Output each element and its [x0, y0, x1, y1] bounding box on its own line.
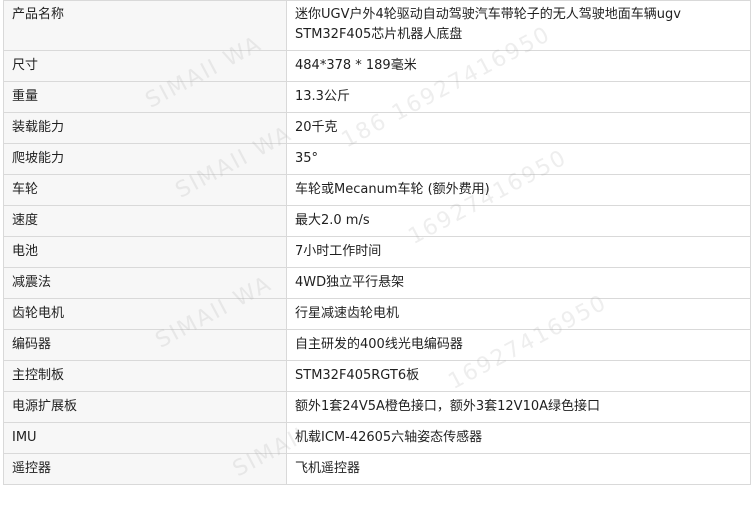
spec-value: 4WD独立平行悬架 [286, 267, 751, 299]
spec-value: STM32F405RGT6板 [286, 360, 751, 392]
table-row: 编码器 自主研发的400线光电编码器 [3, 329, 751, 361]
spec-label: 爬坡能力 [3, 143, 287, 175]
table-row: 电池 7小时工作时间 [3, 236, 751, 268]
spec-value: 飞机遥控器 [286, 453, 751, 485]
spec-label: 编码器 [3, 329, 287, 361]
table-row: 爬坡能力 35° [3, 143, 751, 175]
spec-value: 迷你UGV户外4轮驱动自动驾驶汽车带轮子的无人驾驶地面车辆ugv STM32F4… [286, 0, 751, 51]
table-row: 主控制板 STM32F405RGT6板 [3, 360, 751, 392]
product-spec-table: 产品名称 迷你UGV户外4轮驱动自动驾驶汽车带轮子的无人驾驶地面车辆ugv ST… [3, 0, 751, 485]
spec-label: 速度 [3, 205, 287, 237]
table-row: 减震法 4WD独立平行悬架 [3, 267, 751, 299]
spec-value: 额外1套24V5A橙色接口，额外3套12V10A绿色接口 [286, 391, 751, 423]
table-row: 重量 13.3公斤 [3, 81, 751, 113]
spec-value: 35° [286, 143, 751, 175]
table-row: 车轮 车轮或Mecanum车轮 (额外费用) [3, 174, 751, 206]
table-row: 尺寸 484*378 * 189毫米 [3, 50, 751, 82]
spec-value: 机载ICM-42605六轴姿态传感器 [286, 422, 751, 454]
spec-value: 20千克 [286, 112, 751, 144]
spec-value: 13.3公斤 [286, 81, 751, 113]
spec-label: 电源扩展板 [3, 391, 287, 423]
spec-value: 自主研发的400线光电编码器 [286, 329, 751, 361]
spec-value: 最大2.0 m/s [286, 205, 751, 237]
table-row: 遥控器 飞机遥控器 [3, 453, 751, 485]
spec-label: 遥控器 [3, 453, 287, 485]
spec-label: 减震法 [3, 267, 287, 299]
spec-label: 电池 [3, 236, 287, 268]
spec-value: 7小时工作时间 [286, 236, 751, 268]
table-row: IMU 机载ICM-42605六轴姿态传感器 [3, 422, 751, 454]
spec-value: 行星减速齿轮电机 [286, 298, 751, 330]
spec-label: 主控制板 [3, 360, 287, 392]
table-row: 产品名称 迷你UGV户外4轮驱动自动驾驶汽车带轮子的无人驾驶地面车辆ugv ST… [3, 0, 751, 51]
spec-label: IMU [3, 422, 287, 454]
spec-label: 尺寸 [3, 50, 287, 82]
table-row: 装载能力 20千克 [3, 112, 751, 144]
spec-label: 重量 [3, 81, 287, 113]
table-row: 速度 最大2.0 m/s [3, 205, 751, 237]
spec-label: 车轮 [3, 174, 287, 206]
table-row: 齿轮电机 行星减速齿轮电机 [3, 298, 751, 330]
table-row: 电源扩展板 额外1套24V5A橙色接口，额外3套12V10A绿色接口 [3, 391, 751, 423]
spec-label: 装载能力 [3, 112, 287, 144]
spec-value: 484*378 * 189毫米 [286, 50, 751, 82]
spec-value: 车轮或Mecanum车轮 (额外费用) [286, 174, 751, 206]
spec-label: 产品名称 [3, 0, 287, 51]
spec-label: 齿轮电机 [3, 298, 287, 330]
